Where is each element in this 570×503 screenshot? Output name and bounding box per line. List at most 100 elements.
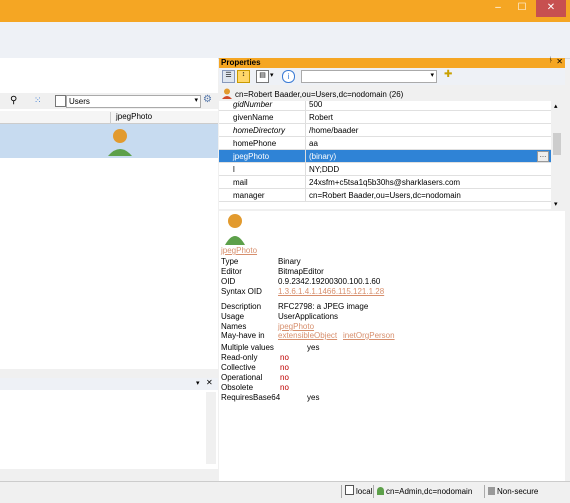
chevron-down-icon[interactable]: ▾ (270, 71, 274, 79)
location-combobox[interactable]: Users ▾ (66, 95, 201, 108)
status-bar: local cn=Admin,dc=nodomain Non-secure (0, 481, 570, 499)
attribute-row[interactable]: manager cn=Robert Baader,ou=Users,dc=nodo… (219, 189, 551, 202)
attribute-name: homeDirectory (233, 126, 286, 135)
attribute-value[interactable]: /home/baader (309, 126, 358, 135)
user-photo-icon (108, 129, 132, 156)
attribute-row[interactable]: jpegPhoto (binary) … (219, 150, 551, 163)
status-security-label: Non-secure (497, 487, 539, 496)
close-icon[interactable]: ✕ (556, 57, 563, 66)
property-search-input[interactable]: ▾ (301, 70, 437, 83)
column-divider (305, 111, 306, 123)
info-label: Usage (221, 312, 245, 321)
flag-label: Multiple values (221, 343, 274, 352)
flag-value: no (280, 353, 289, 362)
attribute-value[interactable]: Robert (309, 113, 333, 122)
settings-icon[interactable]: ⚙ (203, 94, 212, 105)
info-label: OID (221, 277, 236, 286)
attribute-row[interactable]: gidNumber 500 (219, 101, 551, 111)
attribute-row[interactable]: mail 24xsfm+c5tsa1q5b30hs@sharklasers.com (219, 176, 551, 189)
column-divider (305, 124, 306, 136)
flag-label: RequiresBase64 (221, 393, 281, 402)
column-divider (305, 176, 306, 188)
chevron-down-icon[interactable]: ▾ (430, 71, 434, 79)
user-icon (222, 88, 232, 99)
flag-value: yes (307, 393, 320, 402)
flag-value: no (280, 363, 289, 372)
attribute-value[interactable]: 500 (309, 101, 322, 109)
info-value: UserApplications (278, 312, 339, 321)
properties-toolbar: ☰ ↕ ▤ ▾ i ▾ ✚ (219, 68, 565, 85)
column-divider (305, 101, 306, 110)
output-scrollbar[interactable] (206, 392, 216, 464)
info-value: 0.9.2342.19200300.100.1.60 (278, 277, 381, 286)
attribute-value[interactable]: cn=Robert Baader,ou=Users,dc=nodomain (309, 191, 461, 200)
scroll-thumb[interactable] (553, 133, 561, 155)
info-value: RFC2798: a JPEG image (278, 302, 369, 311)
status-user: cn=Admin,dc=nodomain (373, 485, 472, 498)
flag-label: Read-only (221, 353, 258, 362)
info-icon[interactable]: i (282, 70, 295, 83)
info-label: Editor (221, 267, 242, 276)
status-security: Non-secure (484, 485, 538, 498)
status-local-label: local (356, 487, 373, 496)
pin-icon[interactable]: ᚾ (549, 57, 553, 64)
attribute-name: l (233, 165, 235, 174)
attributes-scrollbar[interactable]: ▴ ▾ (551, 101, 564, 209)
pin-icon[interactable]: ▾ (196, 379, 200, 387)
attribute-name: homePhone (233, 139, 277, 148)
column-jpegphoto[interactable]: jpegPhoto (116, 112, 152, 121)
search-icon[interactable]: ⚲ (10, 95, 17, 106)
sort-alpha-icon[interactable]: ↕ (237, 70, 250, 83)
attribute-value[interactable]: 24xsfm+c5tsa1q5b30hs@sharklasers.com (309, 178, 460, 187)
entries-toolbar: ⚲ ⁙ Users ▾ ⚙ (0, 93, 218, 109)
column-divider (305, 189, 306, 201)
attribute-row[interactable]: homeDirectory/home/baader (219, 124, 551, 137)
attribute-value[interactable]: NY;DDD (309, 165, 339, 174)
user-photo-icon (225, 214, 245, 245)
scroll-down-icon[interactable]: ▾ (554, 200, 558, 208)
column-header[interactable]: jpegPhoto (0, 111, 218, 124)
categorized-icon[interactable]: ☰ (222, 70, 235, 83)
attributes-grid[interactable]: gidNumber 500 givenName Robert homeDirectory… (219, 101, 551, 209)
maximize-button[interactable]: ☐ (510, 0, 534, 17)
info-value: Binary (278, 257, 301, 266)
attribute-row[interactable]: givenName Robert (219, 111, 551, 124)
info-value-link[interactable]: jpegPhoto (278, 322, 314, 331)
may-have-link[interactable]: inetOrgPerson (343, 331, 395, 340)
may-have-link[interactable]: extensibleObject (278, 331, 337, 340)
attribute-value[interactable]: aa (309, 139, 318, 148)
minimize-button[interactable]: – (486, 0, 510, 17)
attribute-name-link[interactable]: jpegPhoto (221, 246, 257, 255)
may-have-label: May-have in (221, 331, 265, 340)
scroll-up-icon[interactable]: ▴ (554, 102, 558, 110)
attribute-row[interactable]: homePhone aa (219, 137, 551, 150)
info-label: Names (221, 322, 247, 331)
info-value: BitmapEditor (278, 267, 324, 276)
properties-title: Properties (221, 58, 261, 67)
chevron-down-icon[interactable]: ▾ (194, 96, 198, 104)
column-divider (110, 112, 111, 123)
title-bar: – ☐ ✕ (0, 0, 570, 22)
close-button[interactable]: ✕ (536, 0, 566, 17)
folder-icon (55, 95, 66, 107)
entry-dn: cn=Robert Baader,ou=Users,dc=nodomain (2… (235, 90, 404, 99)
attribute-name: jpegPhoto (233, 152, 270, 161)
flag-value: yes (307, 343, 320, 352)
output-panel-header: ▾ ✕ (0, 378, 218, 390)
attribute-name: gidNumber (233, 101, 273, 109)
go-icon[interactable]: ✚ (444, 69, 452, 80)
filter-icon[interactable]: ⁙ (34, 95, 42, 106)
column-divider (305, 163, 306, 175)
attribute-name: manager (233, 191, 265, 200)
flag-value: no (280, 373, 289, 382)
edit-value-button[interactable]: … (537, 151, 549, 162)
flag-label: Operational (221, 373, 263, 382)
info-value-link[interactable]: 1.3.6.1.4.1.1466.115.121.1.28 (278, 287, 384, 296)
attribute-row[interactable]: l NY;DDD (219, 163, 551, 176)
table-row[interactable] (0, 124, 218, 158)
close-icon[interactable]: ✕ (206, 378, 213, 387)
properties-header: Properties ᚾ ✕ (219, 57, 565, 68)
view-icon[interactable]: ▤ (256, 70, 269, 83)
attribute-value[interactable]: (binary) (309, 152, 336, 161)
attribute-name: givenName (233, 113, 274, 122)
